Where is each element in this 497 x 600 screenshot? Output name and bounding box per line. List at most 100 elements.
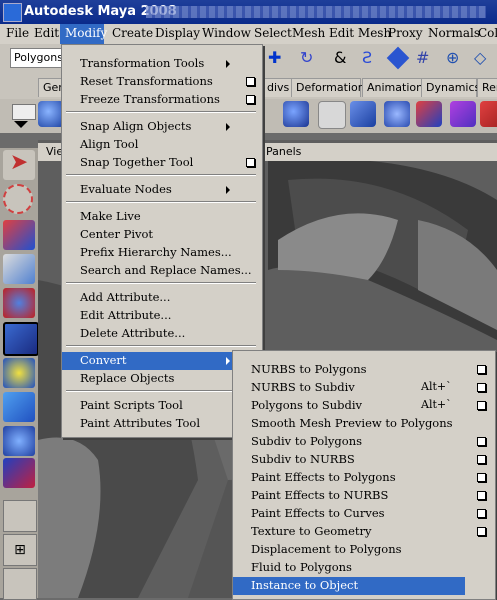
menu-color[interactable]: Col xyxy=(478,26,497,40)
separate-icon[interactable] xyxy=(350,101,376,127)
single-view-layout-icon[interactable] xyxy=(3,500,37,532)
menu-item-fluid-to-polygons[interactable]: Fluid to Polygons xyxy=(233,559,465,577)
menu-item-paint-effects-to-polygons[interactable]: Paint Effects to Polygons xyxy=(233,469,486,487)
menu-item-subdiv-to-nurbs[interactable]: Subdiv to NURBS xyxy=(233,451,486,469)
curve-snap-icon[interactable]: Ƨ xyxy=(362,48,380,67)
menuset-dropdown[interactable]: Polygons xyxy=(10,48,64,68)
title-bar: Autodesk Maya 2008 xyxy=(0,0,497,24)
menu-item-make-live[interactable]: Make Live xyxy=(62,208,262,226)
menu-item-evaluate-nodes[interactable]: Evaluate Nodes xyxy=(62,181,262,199)
menu-item-smooth-mesh-preview-to-polygons[interactable]: Smooth Mesh Preview to Polygons xyxy=(233,415,465,433)
option-box-icon[interactable] xyxy=(477,365,486,374)
shelf-dropdown-arrow-icon[interactable] xyxy=(14,121,28,128)
option-box-icon[interactable] xyxy=(477,437,486,446)
option-box-icon[interactable] xyxy=(477,401,486,410)
menu-item-texture-to-geometry[interactable]: Texture to Geometry xyxy=(233,523,486,541)
menu-item-align-tool[interactable]: Align Tool xyxy=(62,136,262,154)
menu-item-label: Align Tool xyxy=(80,137,139,151)
menu-modify[interactable]: Modify xyxy=(60,24,108,44)
menu-item-label: Convert xyxy=(80,353,127,367)
option-box-icon[interactable] xyxy=(246,77,255,86)
shelf-tab-dynamics[interactable]: Dynamics xyxy=(421,78,480,97)
menu-item-polygons-to-subdiv[interactable]: Polygons to Subdiv Alt+` xyxy=(233,397,486,415)
shelf-tab-subdivs[interactable]: divs xyxy=(262,78,292,97)
menu-item-edit-attribute[interactable]: Edit Attribute... xyxy=(62,307,262,325)
submenu-arrow-icon xyxy=(226,186,230,194)
menu-item-add-attribute[interactable]: Add Attribute... xyxy=(62,289,262,307)
menu-item-center-pivot[interactable]: Center Pivot xyxy=(62,226,262,244)
menu-item-transformation-tools[interactable]: Transformation Tools xyxy=(62,55,262,73)
last-tool-icon[interactable] xyxy=(3,458,35,488)
component-mode-icon[interactable]: ↻ xyxy=(300,48,318,67)
option-box-icon[interactable] xyxy=(477,527,486,536)
menu-item-snap-together-tool[interactable]: Snap Together Tool xyxy=(62,154,262,172)
point-snap-icon[interactable]: ⊕ xyxy=(446,48,464,67)
four-view-layout-icon[interactable]: ⊞ xyxy=(3,534,37,566)
menu-item-prefix-hierarchy-names[interactable]: Prefix Hierarchy Names... xyxy=(62,244,262,262)
submenu-arrow-icon xyxy=(226,60,230,68)
menu-item-reset-transformations[interactable]: Reset Transformations xyxy=(62,73,262,91)
shelf-tab-rendering[interactable]: Ren xyxy=(477,78,497,97)
paint-select-tool-icon[interactable] xyxy=(3,220,35,250)
menu-item-subdiv-to-polygons[interactable]: Subdiv to Polygons xyxy=(233,433,486,451)
panel-panels-menu[interactable]: Panels xyxy=(266,145,301,158)
menu-item-label: Texture to Geometry xyxy=(251,524,372,538)
scale-tool-icon[interactable] xyxy=(3,322,39,356)
option-box-icon[interactable] xyxy=(477,455,486,464)
menu-proxy[interactable]: Proxy xyxy=(388,26,423,40)
bridge-icon[interactable] xyxy=(450,101,476,127)
shelf-tab-animation[interactable]: Animation xyxy=(362,78,423,97)
menu-separator xyxy=(66,111,256,113)
option-box-icon[interactable] xyxy=(477,473,486,482)
menu-item-paint-effects-to-nurbs[interactable]: Paint Effects to NURBS xyxy=(233,487,486,505)
menu-edit[interactable]: Edit xyxy=(34,26,59,40)
option-box-icon[interactable] xyxy=(477,509,486,518)
grid-snap-icon[interactable]: # xyxy=(416,48,434,67)
menu-select[interactable]: Select xyxy=(254,26,292,40)
menu-item-nurbs-to-polygons[interactable]: NURBS to Polygons xyxy=(233,361,486,379)
universal-manip-icon[interactable] xyxy=(3,358,35,388)
menu-create[interactable]: Create xyxy=(112,26,153,40)
combine-icon[interactable] xyxy=(318,101,346,129)
option-box-icon[interactable] xyxy=(477,491,486,500)
menu-file[interactable]: File xyxy=(6,26,29,40)
extrude-icon[interactable] xyxy=(416,101,442,127)
soft-mod-icon[interactable] xyxy=(3,392,35,422)
menu-mesh[interactable]: Mesh xyxy=(292,26,325,40)
menu-normals[interactable]: Normals xyxy=(428,26,480,40)
maya-app-icon[interactable] xyxy=(3,3,22,22)
menu-item-nurbs-to-subdiv[interactable]: NURBS to Subdiv Alt+` xyxy=(233,379,486,397)
rotate-tool-icon[interactable] xyxy=(3,288,35,318)
view-plane-icon[interactable]: ◇ xyxy=(474,48,492,67)
shelf-menu-button[interactable] xyxy=(12,104,36,120)
option-box-icon[interactable] xyxy=(477,383,486,392)
menu-item-instance-to-object[interactable]: Instance to Object xyxy=(233,577,465,595)
pick-walk-icon[interactable]: & xyxy=(334,48,352,67)
poly-cylinder-icon[interactable] xyxy=(283,101,309,127)
menu-item-displacement-to-polygons[interactable]: Displacement to Polygons xyxy=(233,541,465,559)
move-tool-icon[interactable] xyxy=(3,254,35,284)
menu-item-label: Snap Together Tool xyxy=(80,155,194,169)
select-by-hierarchy-icon[interactable]: ✚ xyxy=(268,48,286,67)
menu-item-label: Evaluate Nodes xyxy=(80,182,172,196)
select-tool-icon[interactable]: ➤ xyxy=(3,150,35,180)
menu-item-label: Make Live xyxy=(80,209,141,223)
option-box-icon[interactable] xyxy=(246,95,255,104)
smooth-icon[interactable] xyxy=(384,101,410,127)
show-manip-icon[interactable] xyxy=(3,426,35,456)
option-box-icon[interactable] xyxy=(246,158,255,167)
persp-outliner-layout-icon[interactable] xyxy=(3,568,37,600)
shelf-tab-deformation[interactable]: Deformation xyxy=(291,78,365,97)
menu-display[interactable]: Display xyxy=(155,26,200,40)
menu-item-paint-effects-to-curves[interactable]: Paint Effects to Curves xyxy=(233,505,486,523)
wedge-icon[interactable] xyxy=(480,101,497,127)
menu-modify-label: Modify xyxy=(65,26,108,40)
lasso-tool-icon[interactable] xyxy=(3,184,33,214)
menu-window[interactable]: Window xyxy=(202,26,251,40)
menu-item-freeze-transformations[interactable]: Freeze Transformations xyxy=(62,91,262,109)
convert-submenu: NURBS to Polygons NURBS to Subdiv Alt+` Pol… xyxy=(232,350,496,600)
menu-item-delete-attribute[interactable]: Delete Attribute... xyxy=(62,325,262,343)
menu-item-snap-align-objects[interactable]: Snap Align Objects xyxy=(62,118,262,136)
menu-edit-mesh[interactable]: Edit Mesh xyxy=(329,26,391,40)
menu-item-search-and-replace-names[interactable]: Search and Replace Names... xyxy=(62,262,262,280)
